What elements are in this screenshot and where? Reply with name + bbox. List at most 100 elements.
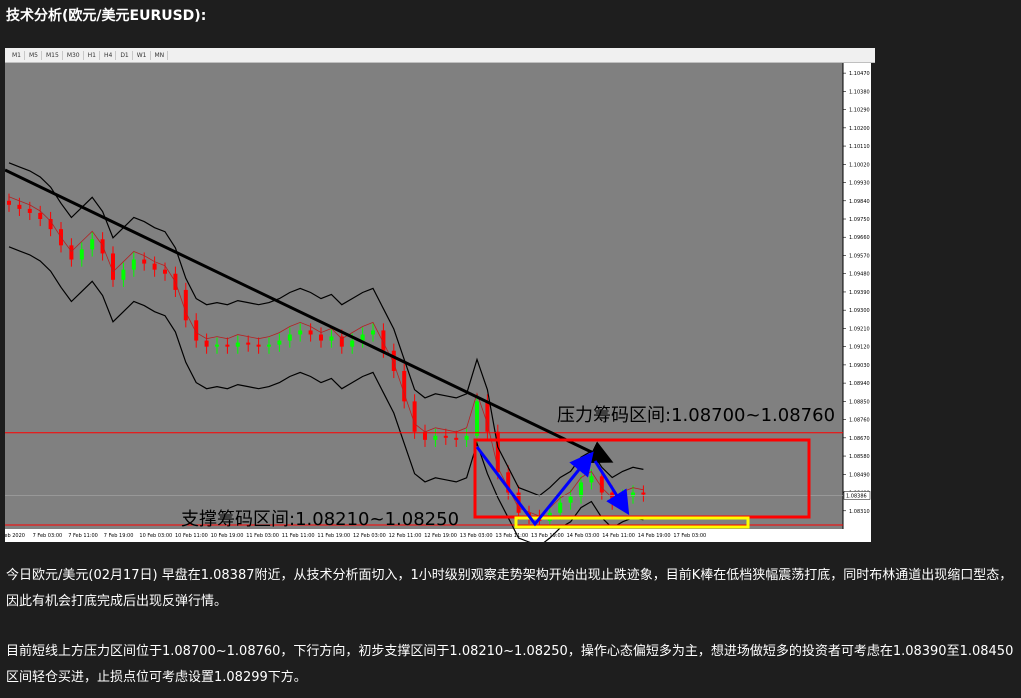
candle-body: [329, 336, 334, 341]
timeframe-m15[interactable]: M15: [43, 50, 63, 60]
y-tick-label: 1.08760: [849, 418, 870, 424]
candle-body: [568, 496, 573, 503]
x-tick-label: 14 Feb 03:00: [567, 533, 600, 539]
y-tick-label: 1.09930: [849, 181, 870, 187]
timeframe-h4[interactable]: H4: [101, 50, 117, 60]
x-tick-label: 10 Feb 19:00: [211, 533, 244, 539]
y-tick-label: 1.09660: [849, 235, 870, 241]
y-tick-label: 1.10470: [849, 71, 870, 77]
candle-body: [464, 435, 469, 440]
x-tick-label: 12 Feb 11:00: [389, 533, 422, 539]
candle-body: [256, 344, 261, 347]
analysis-paragraph-1: 今日欧元/美元(02月17日) 早盘在1.08387附近，从技术分析面切入，1小…: [6, 568, 1013, 609]
chart-plot-area: 1.10470 1.10380 1.10290 1.10200 1.10110 1.100…: [0, 63, 871, 547]
timeframe-m30[interactable]: M30: [64, 50, 84, 60]
candle-body: [412, 401, 417, 432]
candle-body: [121, 269, 126, 280]
candle-body: [215, 344, 220, 347]
y-tick-label: 1.08580: [849, 454, 870, 460]
candle-body: [485, 401, 490, 432]
y-tick-label: 1.09570: [849, 253, 870, 259]
x-tick-label: 10 Feb 11:00: [175, 533, 208, 539]
candle-body: [204, 340, 209, 347]
candle-body: [579, 482, 584, 497]
y-tick-label: 1.10380: [849, 89, 870, 95]
x-tick-label: 17 Feb 03:00: [673, 533, 706, 539]
candle-body: [142, 259, 147, 264]
candle-body: [225, 344, 230, 347]
candle-body: [475, 401, 480, 436]
x-tick-label: 7 Feb 19:00: [104, 533, 134, 539]
candle-body: [454, 437, 459, 440]
candle-body: [79, 249, 84, 260]
y-tick-label: 1.10200: [849, 126, 870, 132]
candle-body: [17, 204, 22, 209]
candle-body: [267, 344, 272, 347]
candle-body: [235, 342, 240, 347]
y-tick-label: 1.10110: [849, 144, 870, 150]
current-price-label: 1.08386: [846, 493, 867, 499]
candle-body: [27, 208, 32, 213]
timeframe-w1[interactable]: W1: [134, 50, 151, 60]
x-tick-label: 10 Feb 03:00: [139, 533, 172, 539]
x-tick-label: 11 Feb 03:00: [246, 533, 279, 539]
y-tick-label: 1.09120: [849, 345, 870, 351]
candle-body: [246, 342, 251, 345]
candle-body: [277, 340, 282, 345]
candle-body: [7, 200, 11, 205]
x-tick-label: 12 Feb 03:00: [353, 533, 386, 539]
x-tick-label: 14 Feb 19:00: [638, 533, 671, 539]
candle-body: [163, 269, 168, 274]
candle-body: [152, 263, 157, 270]
x-tick-label: 12 Feb 19:00: [424, 533, 457, 539]
resistance-zone-label: 压力筹码区间:1.08700~1.08760: [557, 405, 835, 426]
plot-background: [5, 63, 843, 529]
y-tick-label: 1.10290: [849, 108, 870, 114]
candle-body: [287, 334, 292, 341]
x-tick-label: 11 Feb 11:00: [282, 533, 315, 539]
candle-body: [111, 253, 116, 280]
page-title: 技术分析(欧元/美元EURUSD):: [6, 8, 207, 24]
candle-body: [589, 476, 594, 483]
y-tick-label: 1.08670: [849, 436, 870, 442]
x-tick-label: 7 Feb 2020: [5, 533, 25, 539]
candle-body: [48, 219, 53, 230]
y-tick-label: 1.09390: [849, 290, 870, 296]
candle-body: [38, 212, 43, 220]
candle-body: [350, 340, 355, 347]
candle-body: [443, 435, 448, 438]
candle-body: [90, 239, 95, 250]
x-tick-label: 13 Feb 03:00: [460, 533, 493, 539]
candle-body: [558, 502, 563, 513]
x-tick-label: 7 Feb 11:00: [68, 533, 98, 539]
y-tick-label: 1.09210: [849, 326, 870, 332]
timeframe-m5[interactable]: M5: [26, 50, 42, 60]
timeframe-m1[interactable]: M1: [9, 50, 25, 60]
chart-window: M1 M5 M15 M30 H1 H4 D1 W1 MN 1.10470 1.10380 1.102…: [0, 48, 875, 547]
x-tick-label: 11 Feb 19:00: [317, 533, 350, 539]
x-tick-label: 7 Feb 03:00: [33, 533, 63, 539]
x-tick-label: 14 Feb 11:00: [602, 533, 635, 539]
y-tick-label: 1.08310: [849, 509, 870, 515]
timeframe-mn[interactable]: MN: [152, 50, 169, 60]
candle-body: [641, 492, 646, 495]
price-axis-background: [843, 63, 871, 542]
y-tick-label: 1.09300: [849, 308, 870, 314]
support-zone-label: 支撑筹码区间:1.08210~1.08250: [181, 509, 459, 530]
candle-body: [69, 245, 74, 260]
candle-body: [433, 435, 438, 440]
candle-body: [308, 330, 313, 335]
y-tick-label: 1.09840: [849, 199, 870, 205]
y-tick-label: 1.10020: [849, 162, 870, 168]
y-tick-label: 1.08940: [849, 381, 870, 387]
candle-body: [131, 259, 136, 270]
candle-body: [599, 476, 604, 493]
timeframe-toolbar: M1 M5 M15 M30 H1 H4 D1 W1 MN: [5, 48, 875, 63]
x-tick-label: 13 Feb 19:00: [531, 533, 564, 539]
candle-body: [298, 330, 303, 335]
price-chart: 1.10470 1.10380 1.10290 1.10200 1.10110 1.100…: [0, 63, 871, 547]
timeframe-h1[interactable]: H1: [85, 50, 100, 60]
timeframe-d1[interactable]: D1: [117, 50, 133, 60]
x-tick-label: 13 Feb 11:00: [495, 533, 528, 539]
candle-body: [631, 492, 636, 497]
